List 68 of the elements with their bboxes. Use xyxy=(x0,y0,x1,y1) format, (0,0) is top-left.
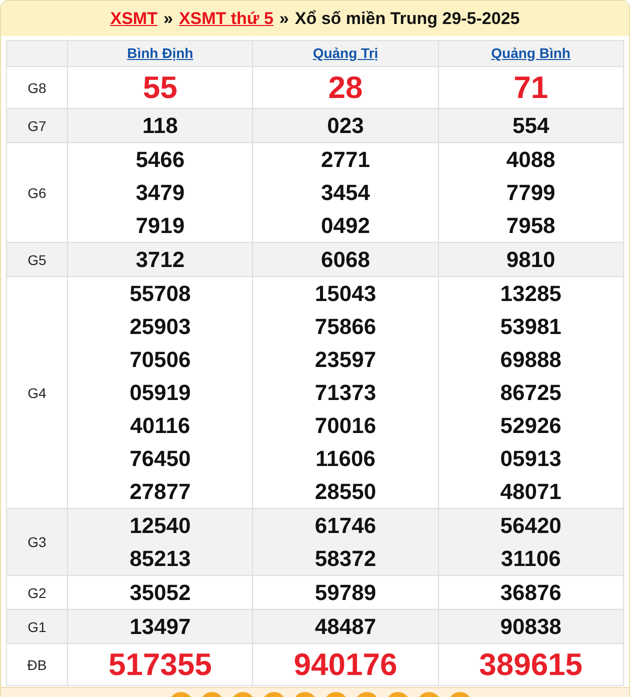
lottery-number: 90838 xyxy=(499,613,562,641)
lottery-number: 517355 xyxy=(107,646,213,684)
lottery-number: 61746 xyxy=(314,512,378,540)
lottery-number: 28550 xyxy=(314,478,378,506)
lottery-number: 2771 xyxy=(320,146,371,174)
breadcrumb-link[interactable]: XSMT xyxy=(110,8,158,28)
lottery-number: 11606 xyxy=(314,445,376,473)
lottery-number: 85213 xyxy=(128,545,192,573)
lottery-number: 58372 xyxy=(314,545,378,573)
lottery-number: 48487 xyxy=(314,613,378,641)
lottery-number: 76450 xyxy=(128,445,192,473)
lottery-number: 12540 xyxy=(128,512,192,540)
lottery-number: 389615 xyxy=(478,646,584,684)
lottery-number: 71373 xyxy=(314,379,378,407)
prize-label: G7 xyxy=(6,108,68,142)
lottery-number: 28 xyxy=(327,69,364,107)
lottery-number: 05919 xyxy=(128,379,192,407)
lottery-number: 940176 xyxy=(292,646,398,684)
prize-label: G5 xyxy=(6,242,68,276)
lottery-number: 13497 xyxy=(128,613,192,641)
lottery-number: 70016 xyxy=(314,412,378,440)
lottery-number: 7799 xyxy=(505,179,556,207)
prize-label: G4 xyxy=(6,276,68,508)
lottery-number: 52926 xyxy=(499,412,562,440)
lottery-number: 3479 xyxy=(134,179,186,207)
lottery-number: 55 xyxy=(142,69,178,107)
province-link[interactable]: Quảng Trị xyxy=(312,44,378,60)
lottery-number: 86725 xyxy=(499,379,562,407)
lottery-number: 023 xyxy=(326,112,365,140)
lottery-number: 48071 xyxy=(499,478,562,506)
lottery-number: 71 xyxy=(512,69,550,107)
lottery-number: 56420 xyxy=(499,512,562,540)
lottery-number: 3712 xyxy=(134,246,186,274)
lottery-number: 40116 xyxy=(129,412,192,440)
lottery-number: 59789 xyxy=(314,579,378,607)
lottery-number: 31106 xyxy=(500,545,562,573)
lottery-number: 7958 xyxy=(505,212,556,240)
prize-label: G3 xyxy=(6,508,68,576)
prize-label: ĐB xyxy=(6,644,68,686)
lottery-number: 0492 xyxy=(320,212,371,240)
lottery-number: 53981 xyxy=(499,313,562,341)
page-title: Xổ số miền Trung 29-5-2025 xyxy=(294,8,520,28)
province-link[interactable]: Bình Định xyxy=(127,44,194,60)
lottery-number: 55708 xyxy=(128,280,192,308)
lottery-number: 25903 xyxy=(128,313,192,341)
lottery-number: 554 xyxy=(511,112,550,140)
lottery-number: 70506 xyxy=(128,346,192,374)
breadcrumb-separator: » xyxy=(163,8,173,28)
lottery-number: 118 xyxy=(141,112,179,140)
breadcrumb-link[interactable]: XSMT thứ 5 xyxy=(178,8,274,28)
lottery-number: 3454 xyxy=(320,179,371,207)
lottery-number: 7919 xyxy=(134,212,186,240)
lottery-number: 4088 xyxy=(505,146,556,174)
lottery-number: 35052 xyxy=(128,579,192,607)
lottery-number: 6068 xyxy=(320,246,371,274)
lottery-number: 69888 xyxy=(499,346,562,374)
prize-label: G1 xyxy=(6,610,68,644)
lottery-number: 36876 xyxy=(499,579,562,607)
lottery-number: 15043 xyxy=(314,280,378,308)
lottery-number: 5466 xyxy=(134,146,186,174)
lottery-number: 75866 xyxy=(314,313,378,341)
lottery-number: 05913 xyxy=(499,445,562,473)
lottery-number: 23597 xyxy=(314,346,378,374)
lottery-number: 13285 xyxy=(499,280,562,308)
lottery-number: 27877 xyxy=(128,478,192,506)
province-link[interactable]: Quảng Bình xyxy=(491,44,570,60)
lottery-number: 9810 xyxy=(505,246,556,274)
breadcrumb-separator: » xyxy=(279,8,289,28)
